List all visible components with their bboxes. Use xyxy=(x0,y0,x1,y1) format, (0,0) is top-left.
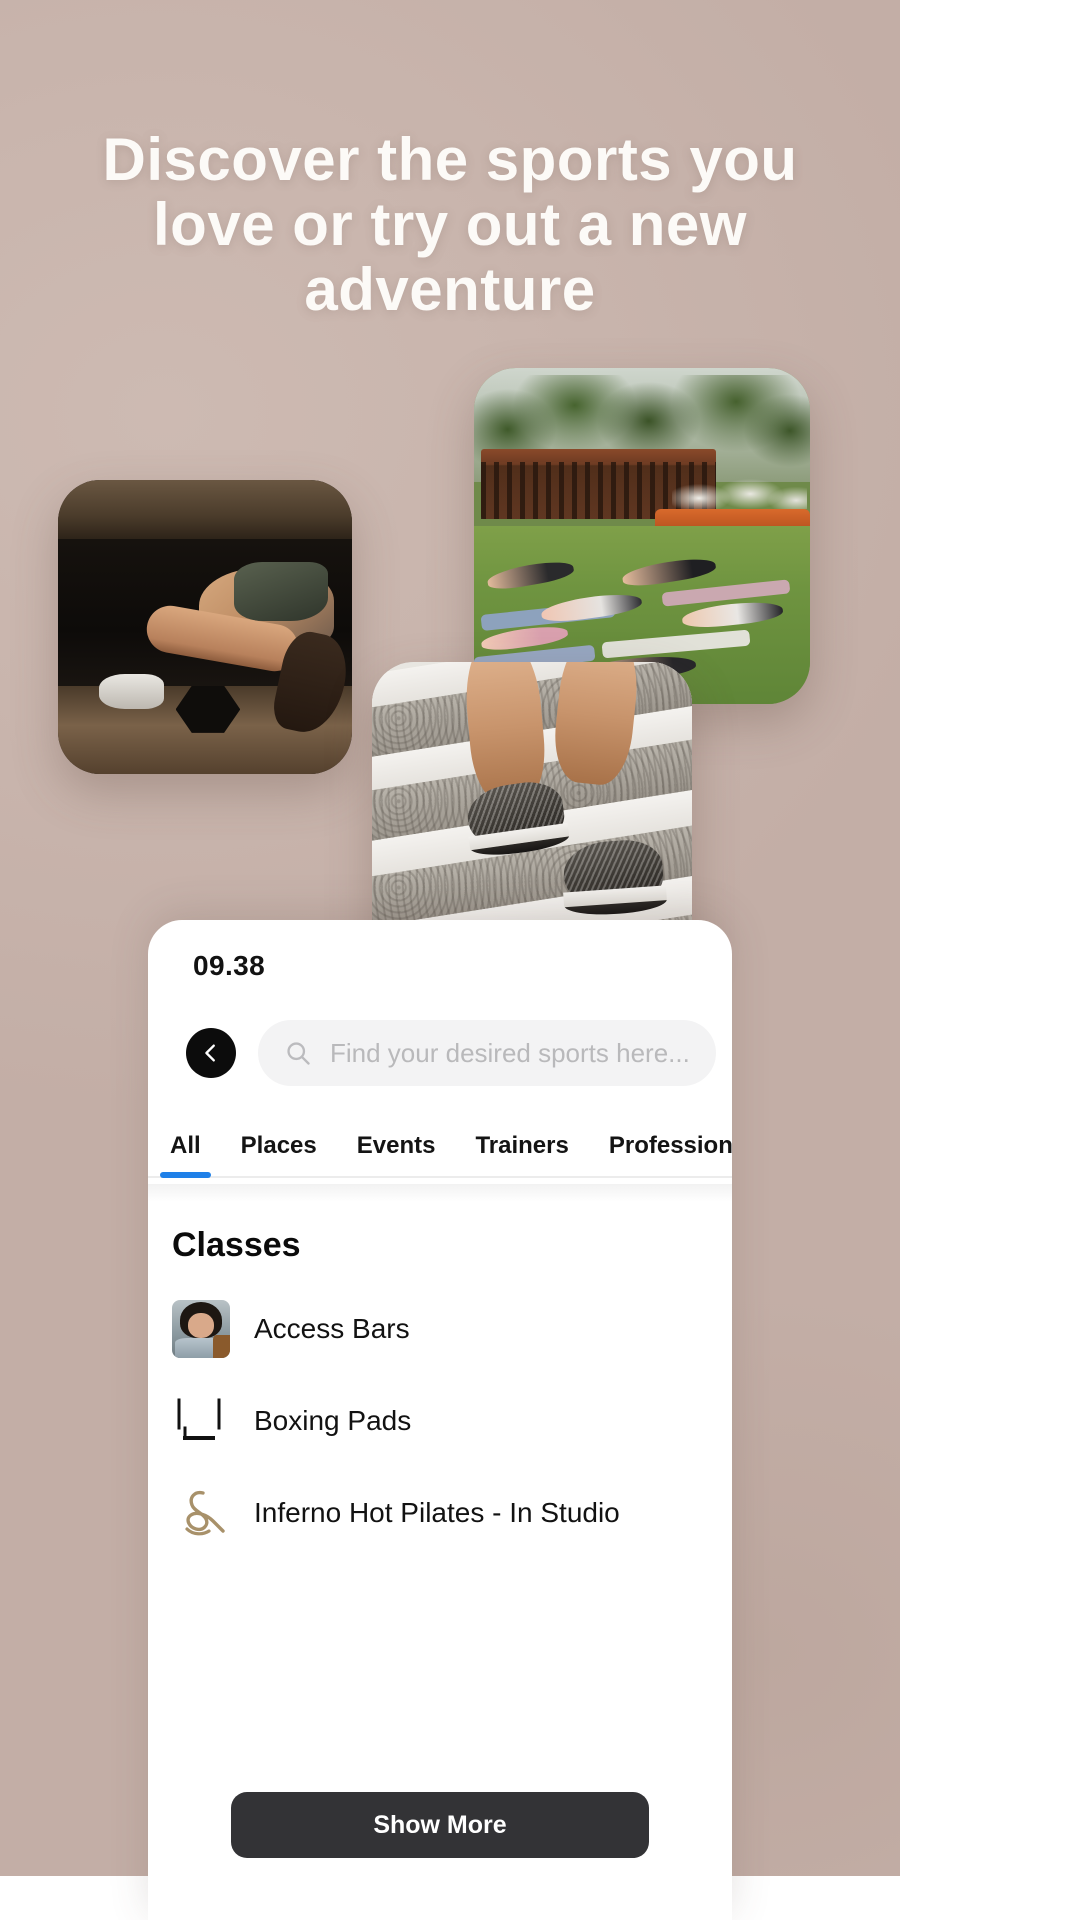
page-title: Discover the sports you love or try out … xyxy=(102,126,798,323)
gym-athlete-shoe xyxy=(99,674,164,710)
search-row: Find your desired sports here... xyxy=(148,1020,732,1086)
tab-all[interactable]: All xyxy=(160,1132,211,1178)
bracket-logo-icon xyxy=(172,1392,230,1450)
list-item-label: Boxing Pads xyxy=(254,1405,412,1436)
gym-athlete-top xyxy=(234,562,329,622)
gym-dumbbell-photo xyxy=(58,480,352,774)
results-list: Classes Access Bars Boxing Pads Inferno … xyxy=(148,1184,732,1920)
yoga-participant xyxy=(620,554,717,589)
chevron-left-icon xyxy=(205,1044,215,1062)
outdoor-yoga-photo xyxy=(474,368,810,704)
yoga-mat xyxy=(601,629,750,659)
list-item[interactable]: Access Bars xyxy=(148,1283,732,1375)
tab-professionals[interactable]: Professionals xyxy=(609,1132,732,1176)
script-monogram-icon xyxy=(172,1484,230,1542)
status-bar-time: 09.38 xyxy=(193,950,266,981)
list-item-label: Inferno Hot Pilates - In Studio xyxy=(254,1497,620,1528)
yoga-participant xyxy=(540,590,643,626)
yoga-umbrellas xyxy=(672,455,807,510)
show-more-button[interactable]: Show More xyxy=(231,1792,649,1858)
show-more-container: Show More xyxy=(148,1792,732,1858)
search-placeholder: Find your desired sports here... xyxy=(330,1037,690,1068)
tab-places[interactable]: Places xyxy=(241,1132,317,1176)
phone-app-card: 09.38 Find your desired sports here... A… xyxy=(148,920,732,1920)
tab-events[interactable]: Events xyxy=(357,1132,436,1176)
screenshot-root: Discover the sports you love or try out … xyxy=(0,0,1080,1920)
status-bar: 09.38 xyxy=(148,920,732,1012)
gym-background-wood xyxy=(58,480,352,545)
tab-bar: All Places Events Trainers Professionals xyxy=(148,1116,732,1178)
search-input[interactable]: Find your desired sports here... xyxy=(258,1020,716,1086)
list-item-label: Access Bars xyxy=(254,1313,410,1344)
search-icon xyxy=(287,1042,310,1065)
yoga-participant xyxy=(486,557,576,593)
list-item[interactable]: Boxing Pads xyxy=(148,1375,732,1467)
yoga-participant xyxy=(681,599,784,631)
section-title-classes: Classes xyxy=(172,1226,301,1264)
list-item[interactable]: Inferno Hot Pilates - In Studio xyxy=(148,1467,732,1559)
portrait-avatar-icon xyxy=(172,1300,230,1358)
back-button[interactable] xyxy=(186,1028,236,1078)
tab-trainers[interactable]: Trainers xyxy=(475,1132,568,1176)
